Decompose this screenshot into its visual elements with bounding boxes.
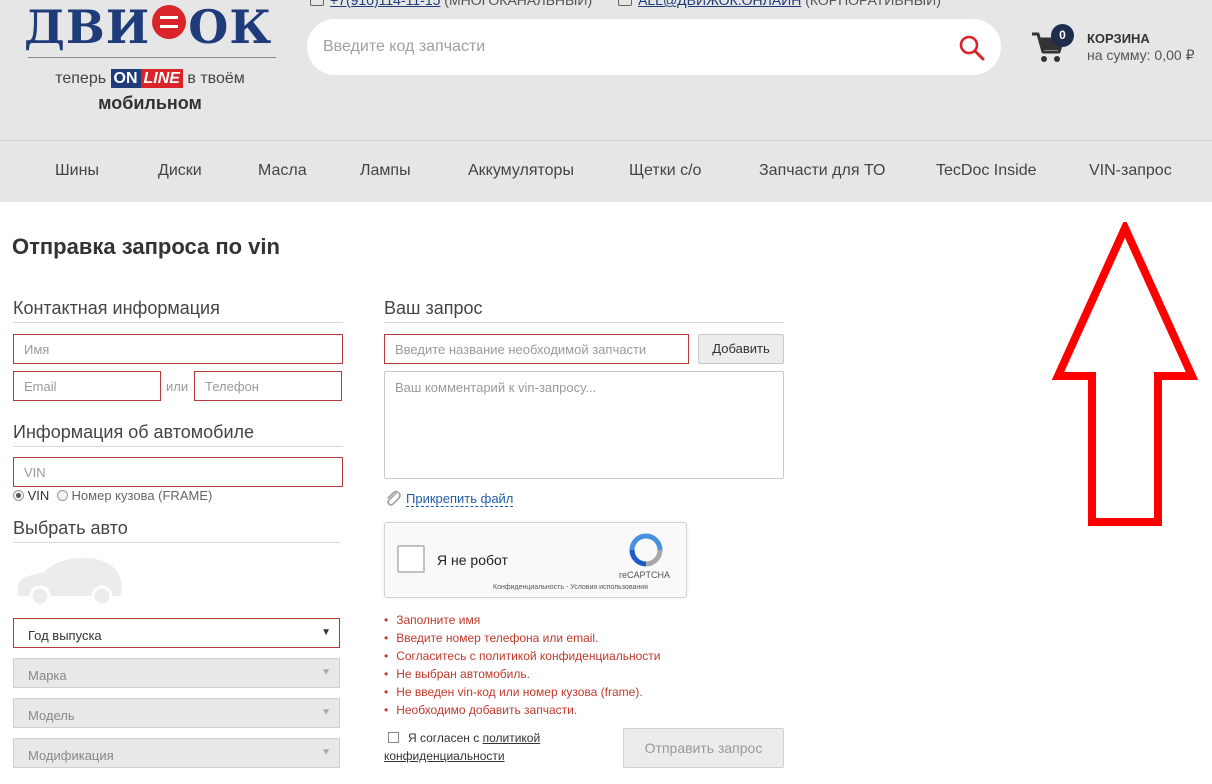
page-title: Отправка запроса по vin bbox=[12, 234, 280, 259]
nav-item-oils[interactable]: Масла bbox=[258, 162, 307, 180]
error-item: Не введен vin-код или номер кузова (fram… bbox=[384, 683, 660, 701]
year-select[interactable]: Год выпуска ▼ bbox=[13, 618, 340, 648]
nav-item-batteries[interactable]: Аккумуляторы bbox=[468, 162, 574, 180]
error-item: Не выбран автомобиль. bbox=[384, 665, 660, 683]
chevron-down-icon: ▼ bbox=[321, 667, 331, 678]
privacy-consent: Я согласен с политикой конфиденциальност… bbox=[384, 731, 541, 763]
attach-file: Прикрепить файл bbox=[384, 489, 514, 507]
car-info-title: Информация об автомобиле bbox=[13, 422, 255, 442]
choose-car-title: Выбрать авто bbox=[13, 518, 128, 538]
recaptcha-label: Я не робот bbox=[437, 552, 508, 568]
phone-link[interactable]: +7(910)114-11-15 bbox=[330, 0, 440, 8]
part-search-input[interactable] bbox=[323, 33, 923, 61]
logo-tagline: теперь ON LINE в твоём bbox=[55, 69, 245, 88]
cart-sum: на сумму: 0,00 ₽ bbox=[1087, 47, 1195, 63]
mail-icon bbox=[618, 0, 633, 6]
make-select[interactable]: Марка ▼ bbox=[13, 658, 340, 688]
nav-item-maintenance-parts[interactable]: Запчасти для ТО bbox=[759, 162, 885, 180]
error-item: Заполните имя bbox=[384, 611, 660, 629]
error-item: Необходимо добавить запчасти. bbox=[384, 701, 660, 719]
attach-file-link[interactable]: Прикрепить файл bbox=[406, 491, 514, 507]
recaptcha-terms[interactable]: Конфиденциальность - Условия использован… bbox=[493, 584, 648, 591]
main-nav: Шины Диски Масла Лампы Аккумуляторы Щетк… bbox=[0, 140, 1212, 202]
nav-item-wheels[interactable]: Диски bbox=[158, 162, 202, 180]
site-logo[interactable]: ДВИ ОК теперь ON LINE в твоём мобильном bbox=[24, 0, 276, 113]
logo-divider bbox=[28, 57, 276, 58]
vin-field[interactable] bbox=[13, 457, 343, 487]
car-silhouette-icon bbox=[17, 558, 122, 607]
radio-vin-label: VIN bbox=[27, 488, 50, 503]
logo-tagline-mobile: мобильном bbox=[98, 93, 202, 113]
part-search bbox=[307, 19, 1001, 75]
choose-car-divider bbox=[13, 542, 340, 543]
header-contacts: +7(910)114-11-15 (МНОГОКАНАЛЬНЫЙ) ALL@ДВ… bbox=[310, 0, 963, 8]
request-title: Ваш запрос bbox=[384, 298, 483, 318]
phone-icon bbox=[310, 0, 324, 6]
email-contact: ALL@ДВИЖОК.ОНЛАЙН (КОРПОРАТИВНЫЙ) bbox=[618, 0, 941, 8]
modification-select[interactable]: Модификация ▼ bbox=[13, 738, 340, 768]
nav-item-tires[interactable]: Шины bbox=[55, 162, 99, 180]
error-list: Заполните имя Введите номер телефона или… bbox=[384, 611, 660, 719]
privacy-consent-checkbox[interactable] bbox=[388, 732, 399, 743]
car-info-divider bbox=[13, 446, 343, 447]
recaptcha-widget: Я не робот reCAPTCHA Конфиденциальность … bbox=[384, 522, 687, 598]
contact-info-divider bbox=[13, 322, 343, 323]
phone-field[interactable] bbox=[194, 371, 342, 401]
logo-wordmark: ДВИ ОК bbox=[24, 0, 273, 54]
error-item: Введите номер телефона или email. bbox=[384, 629, 660, 647]
nav-item-vin-request[interactable]: VIN-запрос bbox=[1089, 162, 1172, 180]
search-icon[interactable] bbox=[957, 33, 987, 63]
contact-info-title: Контактная информация bbox=[13, 298, 220, 318]
cart-count-badge: 0 bbox=[1051, 24, 1074, 47]
site-header: ДВИ ОК теперь ON LINE в твоём мобильном +7… bbox=[0, 0, 1212, 140]
recaptcha-brand: reCAPTCHA bbox=[619, 570, 671, 580]
vin-type-radios: VIN Номер кузова (FRAME) bbox=[13, 488, 212, 503]
nav-item-wipers[interactable]: Щетки с/о bbox=[629, 162, 701, 180]
cart-widget[interactable]: 0 КОРЗИНА на сумму: 0,00 ₽ bbox=[1030, 24, 1210, 74]
name-field[interactable] bbox=[13, 334, 343, 364]
email-link[interactable]: ALL@ДВИЖОК.ОНЛАЙН bbox=[638, 0, 801, 8]
comment-field[interactable] bbox=[384, 371, 784, 479]
chevron-down-icon: ▼ bbox=[321, 627, 331, 638]
logo-mark-icon bbox=[152, 5, 187, 39]
recaptcha-checkbox[interactable] bbox=[397, 545, 425, 573]
add-part-button[interactable]: Добавить bbox=[698, 334, 784, 364]
email-field[interactable] bbox=[13, 371, 161, 401]
part-name-field[interactable] bbox=[384, 334, 689, 364]
radio-vin[interactable] bbox=[13, 490, 24, 501]
annotation-arrow-up-icon bbox=[1052, 222, 1198, 526]
chevron-down-icon: ▼ bbox=[321, 747, 331, 758]
radio-frame[interactable] bbox=[56, 490, 68, 501]
radio-frame-label: Номер кузова (FRAME) bbox=[71, 488, 213, 503]
phone-contact: +7(910)114-11-15 (МНОГОКАНАЛЬНЫЙ) bbox=[310, 0, 592, 8]
nav-item-lamps[interactable]: Лампы bbox=[360, 162, 411, 180]
paperclip-icon bbox=[387, 490, 401, 506]
request-divider bbox=[384, 322, 784, 323]
nav-item-tecdoc[interactable]: TecDoc Inside bbox=[936, 162, 1037, 180]
error-item: Согласитесь с политикой конфиденциальнос… bbox=[384, 647, 660, 665]
model-select[interactable]: Модель ▼ bbox=[13, 698, 340, 728]
or-label: или bbox=[166, 379, 189, 394]
recaptcha-logo-icon bbox=[629, 533, 663, 567]
submit-request-button[interactable]: Отправить запрос bbox=[623, 728, 784, 768]
cart-title: КОРЗИНА bbox=[1087, 31, 1150, 46]
chevron-down-icon: ▼ bbox=[321, 707, 331, 718]
